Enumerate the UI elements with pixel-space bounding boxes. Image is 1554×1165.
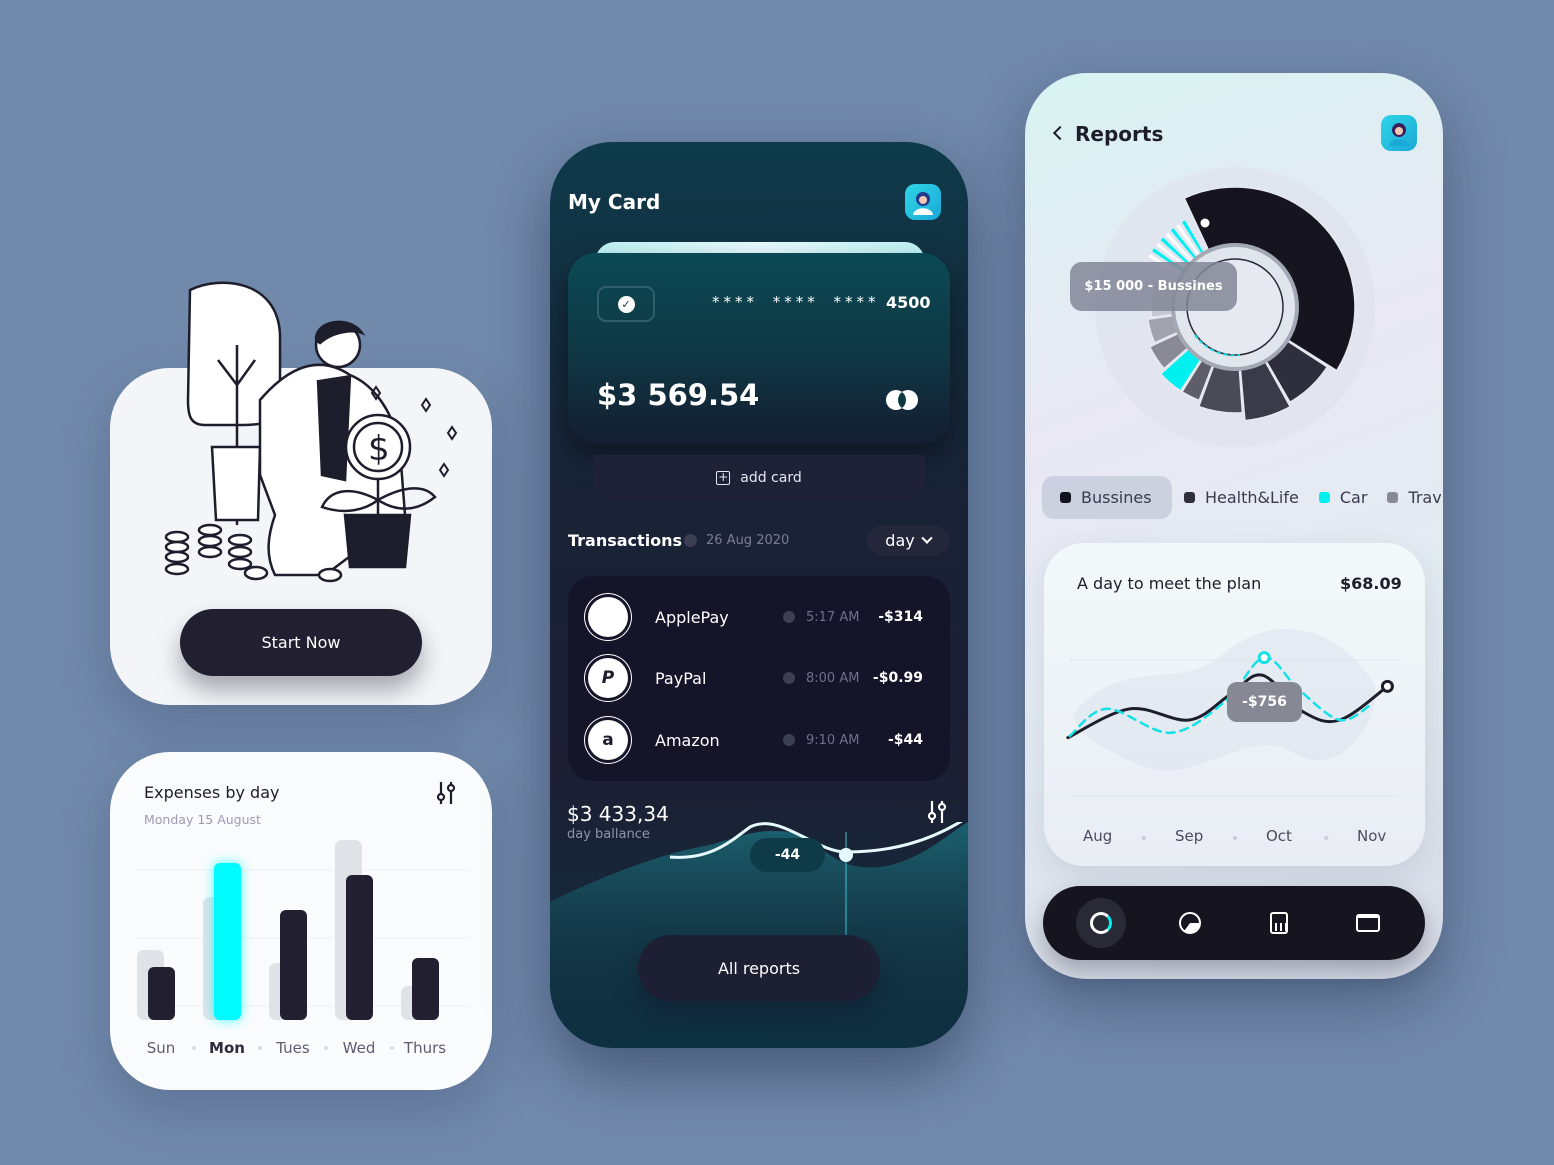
legend-item-bussines[interactable]: Bussines: [1042, 476, 1172, 519]
add-card-button[interactable]: + add card: [593, 455, 925, 500]
separator-dot: [258, 1046, 262, 1050]
legend-item-car[interactable]: Car: [1307, 476, 1376, 519]
bar-label: Wed: [343, 1039, 376, 1057]
bar-label: Mon: [209, 1039, 245, 1057]
nav-wallet[interactable]: [1343, 886, 1393, 960]
legend-label: Health&Life: [1205, 488, 1299, 507]
investment-illustration: $: [164, 281, 458, 583]
bar-sun: [148, 967, 175, 1020]
donut-marker: [1197, 215, 1213, 231]
bar-mon: [214, 863, 241, 1020]
transaction-row[interactable]: a Amazon 9:10 AM -$44: [588, 718, 930, 762]
month-label: Oct: [1266, 827, 1292, 845]
transaction-amount: -$314: [878, 609, 923, 625]
apple-icon: [588, 597, 628, 637]
avatar[interactable]: [905, 184, 941, 220]
nav-statistics[interactable]: [1165, 886, 1215, 960]
clock-icon: [684, 534, 697, 547]
bottom-nav: [1043, 886, 1425, 960]
start-now-button[interactable]: Start Now: [180, 609, 422, 676]
nav-reports[interactable]: [1076, 886, 1126, 960]
month-axis: Aug Sep Oct Nov: [1044, 827, 1425, 847]
period-select-value: day: [885, 531, 915, 550]
legend-label: Bussines: [1081, 488, 1152, 507]
bar-wed: [346, 875, 373, 1020]
card-balance: $3 569.54: [597, 378, 760, 412]
transaction-time: 5:17 AM: [806, 609, 860, 625]
legend-swatch: [1060, 492, 1071, 503]
page-title: Reports: [1075, 122, 1164, 146]
bar-label: Sun: [147, 1039, 176, 1057]
donut-chart-icon: [1076, 898, 1126, 948]
page-title: My Card: [568, 190, 661, 214]
separator-dot: [192, 1046, 196, 1050]
donut-tooltip: $15 000 - Bussines: [1070, 262, 1237, 311]
transaction-amount: -$44: [887, 732, 923, 748]
legend-item-health-life[interactable]: Health&Life: [1172, 476, 1307, 519]
user-avatar-icon: [1389, 123, 1409, 146]
clock-icon: [783, 734, 795, 746]
period-select[interactable]: day: [867, 525, 949, 556]
transaction-row[interactable]: P PayPal 8:00 AM -$0.99: [588, 656, 930, 700]
transaction-name: PayPal: [655, 668, 707, 688]
amazon-icon: a: [588, 720, 628, 760]
legend-swatch: [1184, 492, 1195, 503]
legend-swatch: [1387, 492, 1399, 503]
clock-icon: [783, 672, 795, 684]
back-chevron-icon[interactable]: [1052, 125, 1068, 141]
month-label: Nov: [1357, 827, 1387, 845]
chevron-down-icon: [921, 532, 933, 544]
all-reports-button[interactable]: All reports: [638, 935, 880, 1001]
plan-tooltip: -$756: [1227, 682, 1302, 722]
pie-chart-icon: [1179, 912, 1201, 934]
briefcase-icon: [1356, 914, 1380, 932]
clock-icon: [783, 611, 795, 623]
plus-square-icon: +: [716, 469, 731, 485]
legend-label: Trav: [1408, 488, 1442, 507]
transactions-title: Transactions: [568, 531, 683, 550]
avatar[interactable]: [1381, 115, 1417, 151]
bar-thurs: [412, 958, 439, 1020]
transaction-time: 8:00 AM: [806, 670, 860, 686]
nav-calculator[interactable]: [1254, 886, 1304, 960]
category-legend: Bussines Health&Life Car Trav: [1042, 476, 1443, 519]
paypal-icon: P: [588, 658, 628, 698]
check-icon: ✓: [617, 295, 635, 313]
transaction-time: 9:10 AM: [806, 732, 860, 748]
card-number-masked: **** **** ****: [712, 293, 880, 311]
card-last4: 4500: [886, 293, 931, 312]
calculator-icon: [1270, 912, 1288, 934]
separator-dot: [324, 1046, 328, 1050]
wave-marker-label: -44: [750, 838, 825, 872]
bar-label: Tues: [275, 1039, 310, 1057]
separator-dot: [390, 1046, 394, 1050]
transactions-list: ApplePay 5:17 AM -$314 P PayPal 8:00 AM …: [568, 576, 950, 781]
add-card-label: add card: [740, 469, 802, 486]
mastercard-icon: [886, 390, 918, 410]
legend-label: Car: [1339, 488, 1368, 507]
month-label: Aug: [1083, 827, 1113, 845]
my-card-screen: My Card ✓ **** **** **** 4500 $3 569.54 …: [550, 142, 968, 1048]
expenses-bar-chart: Sun Mon Tues Wed Thurs: [135, 840, 470, 1057]
transaction-name: Amazon: [655, 730, 720, 750]
end-point: [1380, 679, 1394, 693]
legend-swatch: [1318, 492, 1330, 503]
transaction-amount: -$0.99: [872, 670, 923, 686]
bar-tues: [280, 910, 307, 1020]
transactions-date: 26 Aug 2020: [706, 533, 790, 548]
card-selected-checkbox[interactable]: ✓: [597, 286, 655, 322]
month-label: Sep: [1175, 827, 1204, 845]
legend-item-travel[interactable]: Trav: [1375, 476, 1442, 519]
transaction-name: ApplePay: [655, 607, 729, 627]
user-avatar-icon: [913, 192, 933, 215]
peak-point: [1257, 651, 1271, 665]
bar-label: Thurs: [403, 1039, 446, 1057]
transaction-row[interactable]: ApplePay 5:17 AM -$314: [588, 595, 930, 639]
bank-card[interactable]: ✓ **** **** **** 4500 $3 569.54: [568, 253, 950, 444]
svg-text:$: $: [368, 429, 390, 469]
